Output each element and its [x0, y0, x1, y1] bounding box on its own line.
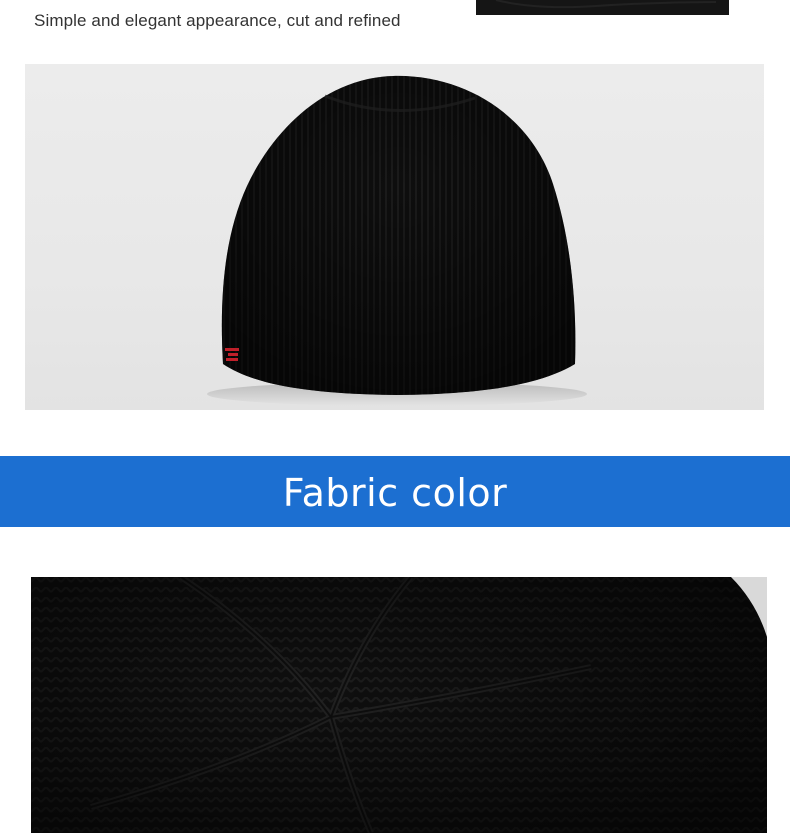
banner-title: Fabric color [282, 470, 508, 515]
beanie-photo [25, 64, 764, 410]
fabric-closeup-photo [31, 577, 767, 833]
section-caption: Simple and elegant appearance, cut and r… [34, 11, 401, 30]
top-product-image [476, 0, 729, 15]
section-banner: Fabric color [0, 456, 790, 527]
